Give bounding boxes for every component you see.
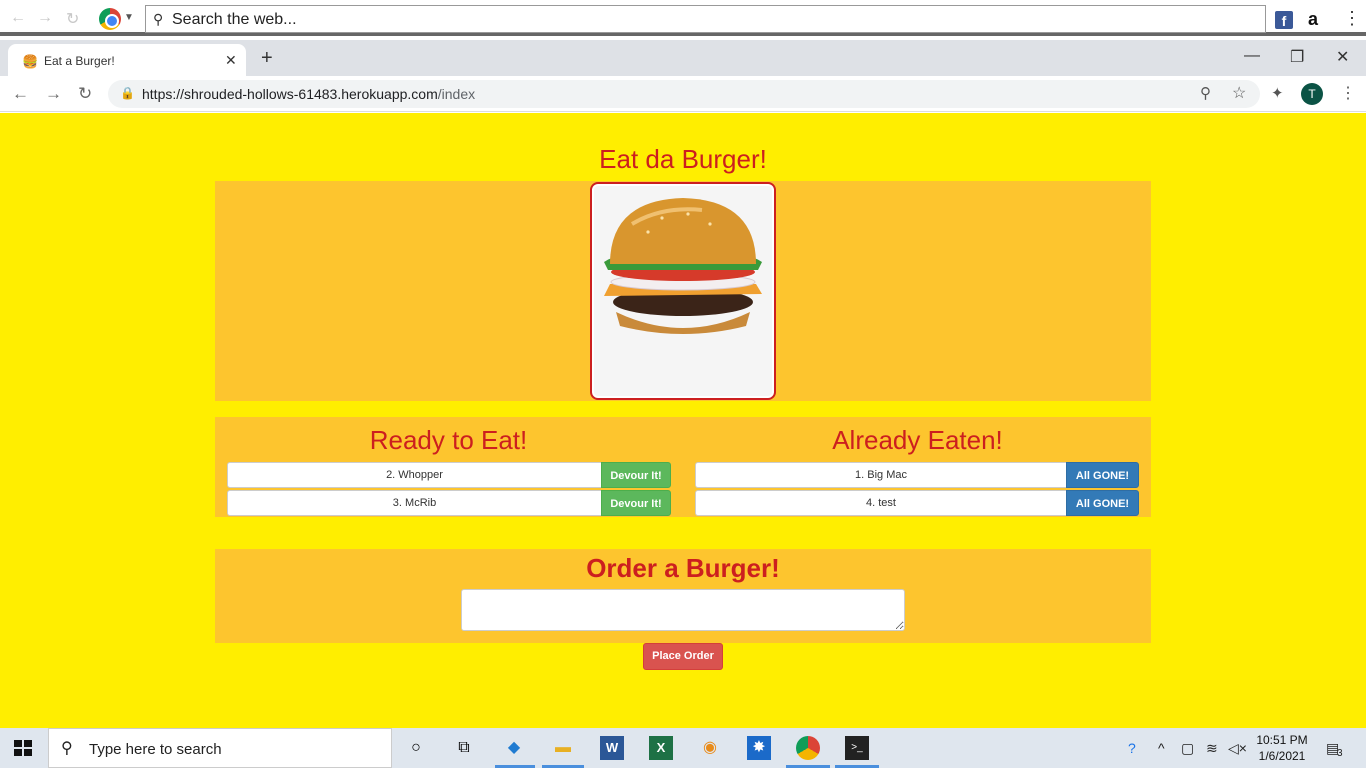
list-item: 2. Whopper Devour It! <box>227 462 671 488</box>
address-toolbar: ← → ↻ 🔒 https://shrouded-hollows-61483.h… <box>0 76 1366 112</box>
help-icon[interactable]: ? <box>1128 740 1136 756</box>
vscode-icon[interactable]: ◆ <box>502 736 526 760</box>
close-window-button[interactable]: ✕ <box>1336 47 1349 67</box>
tab-strip: 🍔 Eat a Burger! ✕ + — ❐ ✕ <box>0 40 1366 76</box>
brave-icon[interactable]: ◉ <box>698 736 722 760</box>
tab-title: Eat a Burger! <box>44 54 115 68</box>
zoom-icon[interactable]: ⚲ <box>1200 84 1211 102</box>
extension-toolbar: ← → ↻ ▼ ⚲ Search the web... f a ⋮ <box>0 0 1366 36</box>
burger-name: 1. Big Mac <box>695 462 1066 488</box>
chevron-up-icon[interactable]: ^ <box>1158 740 1165 756</box>
cortana-icon[interactable]: ○ <box>404 736 428 760</box>
terminal-icon[interactable]: >_ <box>845 736 869 760</box>
web-search-input[interactable]: ⚲ Search the web... <box>145 5 1266 33</box>
lock-icon[interactable]: 🔒 <box>120 86 135 100</box>
burger-favicon-icon: 🍔 <box>22 54 39 69</box>
all-gone-button[interactable]: All GONE! <box>1066 490 1139 516</box>
reload-icon[interactable]: ↻ <box>66 9 79 29</box>
devour-button[interactable]: Devour It! <box>601 490 671 516</box>
new-tab-button[interactable]: + <box>261 47 273 70</box>
profile-avatar[interactable]: T <box>1301 83 1323 105</box>
close-tab-icon[interactable]: ✕ <box>225 52 237 69</box>
reload-icon[interactable]: ↻ <box>78 84 92 104</box>
page-content: Eat da Burger! Ready to Eat! Already Eat… <box>0 113 1366 728</box>
list-item: 1. Big Mac All GONE! <box>695 462 1139 488</box>
page-title: Eat da Burger! <box>599 144 767 174</box>
url-text[interactable]: https://shrouded-hollows-61483.herokuapp… <box>142 86 475 102</box>
word-icon[interactable]: W <box>600 736 624 760</box>
taskbar-search-input[interactable]: ⚲ Type here to search <box>48 728 392 768</box>
chrome-taskbar-icon[interactable] <box>796 736 820 760</box>
burger-illustration <box>604 198 762 334</box>
clock[interactable]: 10:51 PM 1/6/2021 <box>1252 732 1312 764</box>
order-panel: Order a Burger! <box>215 549 1151 643</box>
minimize-button[interactable]: — <box>1244 47 1260 65</box>
taskbar-search-placeholder: Type here to search <box>89 741 222 758</box>
burger-image <box>590 182 776 400</box>
facebook-icon[interactable]: f <box>1275 11 1293 29</box>
app-icon[interactable]: ✸ <box>747 736 771 760</box>
extensions-icon[interactable]: ✦ <box>1271 84 1284 102</box>
amazon-icon[interactable]: a <box>1308 9 1318 30</box>
task-view-icon[interactable]: ⧉ <box>452 736 476 760</box>
list-item: 3. McRib Devour It! <box>227 490 671 516</box>
devour-button[interactable]: Devour It! <box>601 462 671 488</box>
back-icon[interactable]: ← <box>12 84 29 104</box>
volume-muted-icon[interactable]: ◁× <box>1228 740 1247 757</box>
more-menu-icon[interactable]: ⋮ <box>1343 8 1361 29</box>
windows-start-icon[interactable] <box>14 740 32 756</box>
list-item: 4. test All GONE! <box>695 490 1139 516</box>
forward-icon[interactable]: → <box>45 84 62 104</box>
search-icon: ⚲ <box>61 740 73 757</box>
chevron-down-icon[interactable]: ▼ <box>124 12 134 23</box>
web-search-placeholder: Search the web... <box>172 11 297 28</box>
order-title: Order a Burger! <box>586 553 780 583</box>
forward-arrow-icon[interactable]: → <box>37 9 53 27</box>
back-arrow-icon[interactable]: ← <box>10 9 26 27</box>
search-icon: ⚲ <box>153 11 164 27</box>
file-explorer-icon[interactable]: ▬ <box>551 736 575 760</box>
time-text: 10:51 PM <box>1256 733 1308 747</box>
ready-to-eat-title: Ready to Eat! <box>369 425 528 455</box>
tab-eat-a-burger[interactable]: 🍔 Eat a Burger! ✕ <box>8 44 246 76</box>
wifi-icon[interactable]: ≋ <box>1206 740 1218 757</box>
burger-name: 2. Whopper <box>227 462 601 488</box>
chrome-logo-icon[interactable] <box>99 8 121 30</box>
meet-now-icon[interactable]: ▢ <box>1181 740 1194 757</box>
bookmark-star-icon[interactable]: ☆ <box>1232 83 1246 103</box>
burger-name: 4. test <box>695 490 1066 516</box>
hero-panel <box>215 181 1151 401</box>
excel-icon[interactable]: X <box>649 736 673 760</box>
all-gone-button[interactable]: All GONE! <box>1066 462 1139 488</box>
address-bar[interactable]: 🔒 https://shrouded-hollows-61483.herokua… <box>108 80 1260 108</box>
burger-name: 3. McRib <box>227 490 601 516</box>
burger-name-input[interactable] <box>461 589 905 631</box>
burger-lists-panel: Ready to Eat! Already Eaten! 2. Whopper … <box>215 417 1151 517</box>
already-eaten-title: Already Eaten! <box>832 425 1003 455</box>
chrome-menu-icon[interactable]: ⋮ <box>1340 83 1356 103</box>
date-text: 1/6/2021 <box>1258 749 1306 763</box>
windows-taskbar: ⚲ Type here to search ○ ⧉ ◆ ▬ W X ◉ ✸ >_… <box>0 728 1366 768</box>
notification-count-badge: 3 <box>1337 748 1343 759</box>
place-order-button[interactable]: Place Order <box>643 643 723 670</box>
restore-button[interactable]: ❐ <box>1290 47 1304 67</box>
